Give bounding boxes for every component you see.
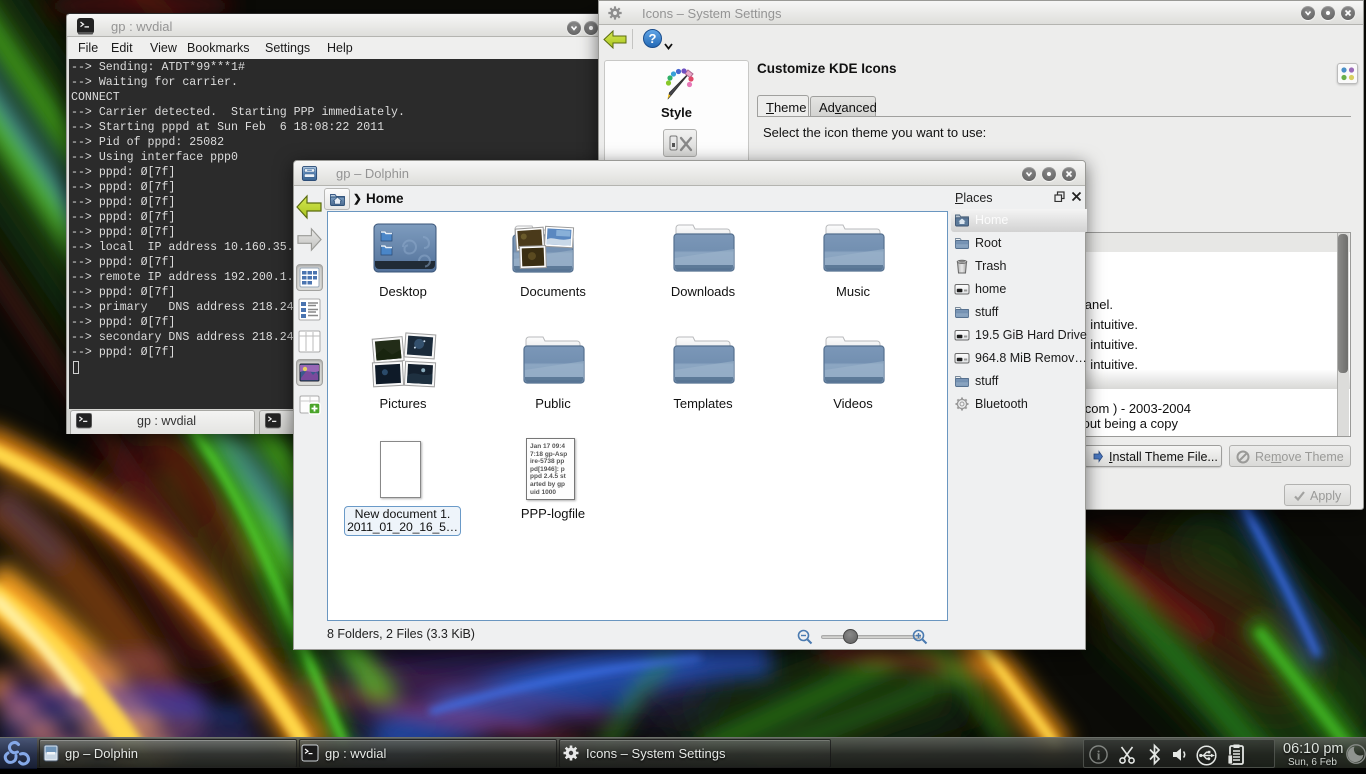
- svg-text:?: ?: [649, 31, 657, 46]
- svg-text:i: i: [1097, 748, 1101, 763]
